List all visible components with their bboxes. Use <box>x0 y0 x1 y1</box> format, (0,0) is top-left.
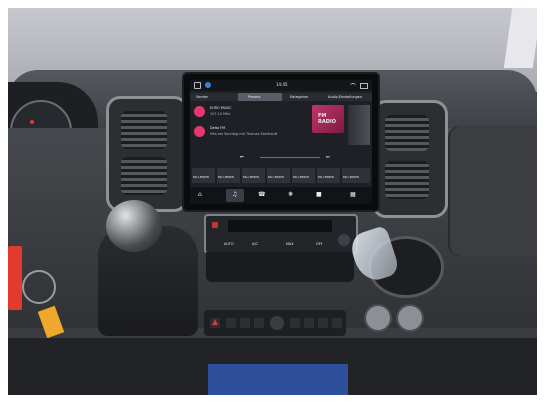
climate-indicator <box>212 222 218 228</box>
station-logo-text: FM RADIO <box>318 113 336 125</box>
music-icon: ♫ <box>232 191 238 198</box>
camera-icon[interactable] <box>194 82 201 89</box>
previous-icon[interactable]: ⏮ <box>240 154 244 159</box>
preset-button[interactable]: BIG LERNEN <box>217 168 240 183</box>
phone-icon[interactable]: ☎ <box>258 192 265 198</box>
right-air-vent <box>372 100 448 218</box>
status-bar: 14:45 <box>190 80 372 91</box>
preset-button[interactable]: BIG LERNEN <box>317 168 340 183</box>
preset-label: BIG LERNEN <box>243 176 259 179</box>
tab-sender[interactable]: Sender <box>196 95 208 99</box>
station-info: 107.10 MHz <box>210 112 231 116</box>
power-socket[interactable] <box>364 304 392 332</box>
car-icon[interactable]: ■ <box>316 192 322 198</box>
screen-display: 14:45 Sender Presets Kategorien Audio-Ei… <box>190 80 372 204</box>
preset-button[interactable]: BIG LERNEN <box>192 168 215 183</box>
floor-mat <box>208 364 348 395</box>
switch-button[interactable] <box>304 318 314 328</box>
preset-button[interactable]: BIG LERNEN <box>342 168 370 183</box>
station-item[interactable]: EURO MUSIC 107.10 MHz <box>190 103 302 121</box>
station-avatar <box>194 106 205 117</box>
preset-bar: BIG LERNEN BIG LERNEN BIG LERNEN BIG LER… <box>190 168 372 184</box>
fan-icon[interactable]: ❋ <box>288 192 293 198</box>
switch-button[interactable] <box>226 318 236 328</box>
glovebox <box>448 126 537 256</box>
preset-button[interactable]: BIG LERNEN <box>267 168 290 183</box>
power-socket[interactable] <box>396 304 424 332</box>
tab-kategorien[interactable]: Kategorien <box>290 95 308 99</box>
preset-label: BIG LERNEN <box>218 176 234 179</box>
preset-label: BIG LERNEN <box>293 176 309 179</box>
clock: 14:45 <box>276 82 288 87</box>
infotainment-screen: 14:45 Sender Presets Kategorien Audio-Ei… <box>182 72 380 212</box>
station-name: Delta FM <box>210 126 225 130</box>
preset-label: BIG LERNEN <box>318 176 334 179</box>
hazard-button[interactable] <box>210 318 220 328</box>
station-avatar <box>194 126 205 137</box>
switch-button[interactable] <box>290 318 300 328</box>
climate-max-label[interactable]: MAX <box>286 242 294 246</box>
car-interior-photo: 14:45 Sender Presets Kategorien Audio-Ei… <box>8 8 537 395</box>
switch-button[interactable] <box>318 318 328 328</box>
start-stop-button[interactable] <box>270 316 284 330</box>
preset-button[interactable]: BIG LERNEN <box>242 168 265 183</box>
climate-ac-label[interactable]: A/C <box>252 242 258 246</box>
storage-tray <box>206 252 354 282</box>
preset-label: BIG LERNEN <box>268 176 284 179</box>
station-list: EURO MUSIC 107.10 MHz Delta FM Hits am S… <box>190 103 302 151</box>
tab-presets-label: Presets <box>248 95 261 99</box>
station-info: Hits am Sonntag mit Thomas Eberhardt <box>210 132 278 136</box>
playback-controls: ⏮ ⏭ <box>210 154 360 162</box>
battery-icon <box>360 83 368 89</box>
climate-auto-label[interactable]: AUTO <box>224 242 234 246</box>
climate-display <box>228 220 332 232</box>
climate-knob[interactable] <box>338 234 350 246</box>
preset-label: BIG LERNEN <box>343 176 359 179</box>
preset-label: BIG LERNEN <box>193 176 209 179</box>
info-icon[interactable] <box>205 82 211 88</box>
switch-panel <box>204 310 346 336</box>
key-fob-tag <box>8 246 22 310</box>
station-item[interactable]: Delta FM Hits am Sonntag mit Thomas Eber… <box>190 123 302 141</box>
wifi-icon <box>350 83 356 88</box>
tab-presets[interactable]: Presets <box>238 93 282 101</box>
switch-button[interactable] <box>254 318 264 328</box>
logo-glare <box>348 105 370 145</box>
tab-audio-settings[interactable]: Audio-Einstellungen <box>328 95 362 99</box>
warning-light <box>30 120 34 124</box>
switch-button[interactable] <box>240 318 250 328</box>
music-icon-highlight[interactable]: ♫ <box>226 189 244 202</box>
apps-grid-icon[interactable]: ▦ <box>350 192 356 198</box>
gear-shifter-knob[interactable] <box>106 200 162 252</box>
key-fob-ring <box>22 270 56 304</box>
next-icon[interactable]: ⏭ <box>326 154 330 159</box>
climate-off-label[interactable]: OFF <box>316 242 323 246</box>
preset-button[interactable]: BIG LERNEN <box>292 168 315 183</box>
progress-bar <box>260 157 320 158</box>
station-name: EURO MUSIC <box>210 106 232 110</box>
dock-bar: ⌂ ♫ ☎ ❋ ■ ▦ <box>190 187 372 204</box>
station-logo: FM RADIO <box>312 105 344 133</box>
switch-button[interactable] <box>332 318 342 328</box>
tab-bar: Sender Presets Kategorien Audio-Einstell… <box>190 93 372 101</box>
home-icon[interactable]: ⌂ <box>198 192 202 198</box>
left-air-vent <box>106 96 188 212</box>
climate-panel: AUTO A/C MAX OFF <box>204 214 358 254</box>
